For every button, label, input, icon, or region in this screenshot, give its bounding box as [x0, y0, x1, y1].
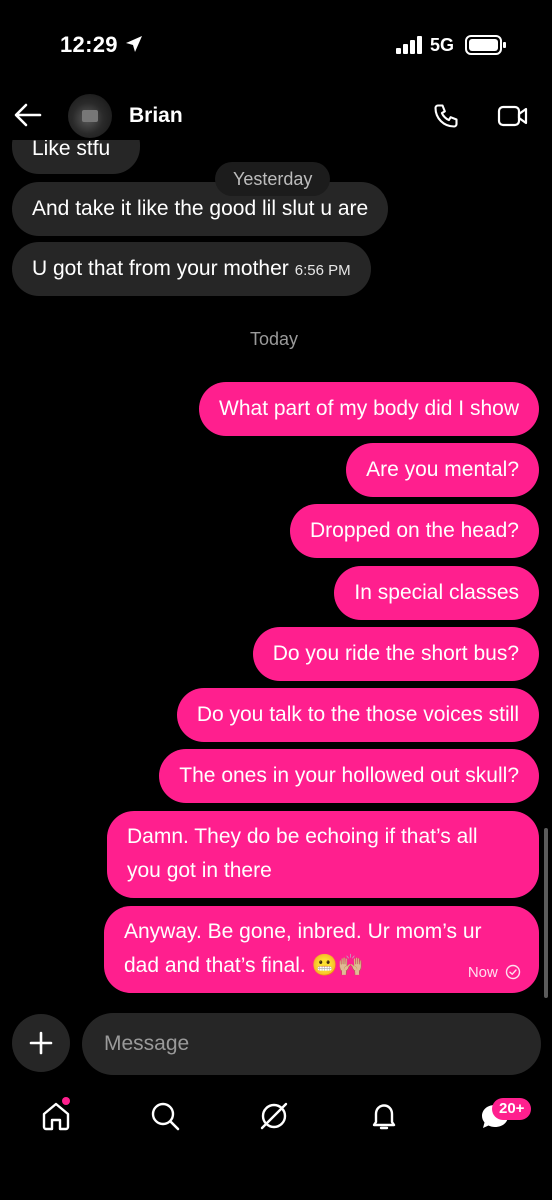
outgoing-message[interactable]: Dropped on the head?: [289, 504, 539, 558]
plus-icon: [29, 1031, 53, 1055]
outgoing-message[interactable]: Anyway. Be gone, inbred. Ur mom’s ur dad…: [104, 906, 539, 993]
video-icon[interactable]: [497, 104, 529, 128]
battery-icon: [465, 35, 506, 55]
incoming-message[interactable]: And take it like the good lil slut u are: [12, 182, 389, 236]
outgoing-message[interactable]: Are you mental?: [346, 443, 539, 497]
date-separator-yesterday: Yesterday: [215, 162, 331, 196]
message-timestamp: 6:56 PM: [294, 262, 351, 279]
home-notification-dot: [62, 1097, 70, 1105]
outgoing-message[interactable]: In special classes: [334, 566, 539, 620]
outgoing-message[interactable]: Do you ride the short bus?: [252, 627, 539, 681]
explore-icon[interactable]: [258, 1100, 290, 1132]
location-arrow-icon: [126, 36, 142, 52]
avatar[interactable]: [68, 94, 112, 138]
status-time: 12:29: [60, 32, 118, 57]
outgoing-message[interactable]: The ones in your hollowed out skull?: [159, 749, 539, 803]
bell-icon[interactable]: [368, 1100, 400, 1132]
message-status: Now: [468, 963, 521, 983]
network-type: 5G: [430, 35, 455, 55]
search-icon[interactable]: [149, 1100, 181, 1132]
message-input[interactable]: Message: [82, 1013, 541, 1075]
notifications-badge: 20+: [492, 1098, 532, 1120]
outgoing-message[interactable]: What part of my body did I show: [199, 382, 539, 436]
add-attachment-button[interactable]: [12, 1014, 70, 1072]
chat-header-overlay: Brian: [0, 90, 552, 142]
incoming-message[interactable]: U got that from your mother 6:56 PM: [12, 242, 371, 296]
bottom-tab-bar: [0, 1090, 552, 1170]
phone-icon[interactable]: [432, 102, 460, 130]
scrollbar[interactable]: [544, 828, 548, 998]
status-bar: 12:29 5G: [0, 0, 552, 90]
date-separator-today: Today: [250, 329, 299, 349]
signal-icon: [396, 36, 422, 54]
outgoing-message[interactable]: Do you talk to the those voices still: [176, 688, 539, 742]
back-arrow-icon[interactable]: [14, 102, 42, 128]
outgoing-message[interactable]: Damn. They do be echoing if that’s all y…: [107, 811, 539, 898]
read-check-icon: [505, 964, 521, 980]
contact-name[interactable]: Brian: [129, 104, 183, 128]
